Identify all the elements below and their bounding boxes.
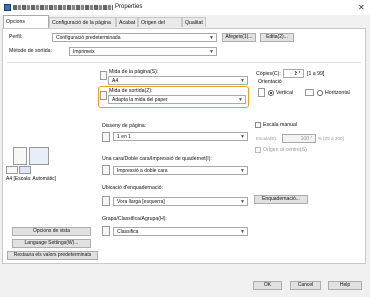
printer-name-redacted <box>13 5 113 10</box>
ok-button[interactable]: OK <box>253 281 282 290</box>
spinner-icon[interactable]: ▲▼ <box>307 135 313 139</box>
view-settings-button[interactable]: Opcions de vista <box>12 227 91 236</box>
close-icon[interactable]: ✕ <box>358 3 365 12</box>
duplex-icon <box>102 165 110 175</box>
center-origin-checkbox[interactable] <box>255 147 261 153</box>
staple-collate-select[interactable]: Classifica ▼ <box>113 227 248 236</box>
chevron-down-icon: ▼ <box>240 168 245 174</box>
center-origin-label: Origen al centre(S) <box>263 147 307 153</box>
scale-range: % [25 a 200] <box>318 136 344 141</box>
printer-icon <box>4 4 11 11</box>
orientation-label: Orientació <box>258 79 282 85</box>
help-button[interactable]: Help <box>328 281 362 290</box>
chevron-down-icon: ▼ <box>240 199 245 205</box>
duplex-select[interactable]: Impressió a doble cara ▼ <box>113 166 248 175</box>
printer-view-icon[interactable] <box>19 166 31 174</box>
output-size-icon <box>100 91 107 100</box>
collate-icon <box>102 226 110 236</box>
cancel-button[interactable]: Cancel <box>290 281 321 290</box>
binding-location-value: Vora llarga [esquerra] <box>117 199 165 205</box>
chevron-down-icon: ▼ <box>240 78 245 84</box>
chevron-down-icon: ▼ <box>238 97 243 103</box>
vertical-radio[interactable] <box>268 90 274 96</box>
output-size-select[interactable]: Adapta la mida del paper ▼ <box>108 95 246 104</box>
divider <box>7 62 361 63</box>
horizontal-radio[interactable] <box>317 90 323 96</box>
binding-location-label: Ubicació d'enquadernació: <box>102 185 163 191</box>
scale-input[interactable]: 100 ▲▼ <box>282 134 316 143</box>
output-method-label: Mètode de sortida: <box>9 48 52 54</box>
page-size-select[interactable]: A4 ▼ <box>108 76 248 85</box>
chevron-down-icon: ▼ <box>240 229 245 235</box>
staple-collate-label: Grapa/Classifica/Agrupa(H): <box>102 216 167 222</box>
layout-view-icon[interactable] <box>6 166 18 174</box>
landscape-icon <box>305 89 314 96</box>
duplex-label: Una cara/Doble cara/Impressió de quadern… <box>102 156 212 162</box>
page-size-icon <box>100 71 107 80</box>
binding-icon <box>102 196 110 206</box>
layout-icon <box>102 132 110 142</box>
duplex-value: Impressió a doble cara <box>117 168 168 174</box>
chevron-down-icon: ▼ <box>209 35 214 41</box>
output-size-value: Adapta la mida del paper <box>112 97 168 103</box>
page-layout-label: Disseny de pàgina: <box>102 123 147 129</box>
page-size-value: A4 <box>112 78 119 84</box>
profile-value: Configuració predeterminada <box>56 35 121 41</box>
paper-info-text: A4 [Escala: Automàtic] <box>6 176 57 182</box>
horizontal-label: Horitzontal <box>325 90 350 96</box>
page-layout-value: 1 en 1 <box>117 134 131 140</box>
output-size-label: Mida de sortida(Z): <box>109 88 153 94</box>
chevron-down-icon: ▼ <box>240 134 245 140</box>
binding-margin-button[interactable]: Enquadernació... <box>254 195 308 204</box>
manual-scale-checkbox[interactable] <box>255 122 261 128</box>
copies-range: [1 a 99] <box>307 71 325 77</box>
scale-label: Escala(E): <box>256 136 278 141</box>
tab-page-setup[interactable]: Configuració de la pàgina <box>49 17 116 27</box>
title-bar: Properties ✕ <box>0 0 370 15</box>
profile-label: Perfil: <box>9 34 23 40</box>
spinner-icon[interactable]: ▲▼ <box>295 70 301 74</box>
page-preview-icon <box>13 147 27 165</box>
properties-window: Properties ✕ Opcions bàsiques Configurac… <box>0 0 370 297</box>
tab-quality[interactable]: Qualitat <box>182 17 206 27</box>
tab-finishing[interactable]: Acabat <box>116 17 138 27</box>
restore-defaults-button[interactable]: Restaura els valors predeterminats <box>7 251 98 260</box>
output-method-select[interactable]: Imprimeix ▼ <box>69 47 217 56</box>
manual-scale-label: Escala manual <box>263 122 298 128</box>
tab-basic[interactable]: Opcions bàsiques <box>3 15 49 37</box>
binding-location-select[interactable]: Vora llarga [esquerra] ▼ <box>113 197 248 206</box>
page-layout-select[interactable]: 1 en 1 ▼ <box>113 132 248 141</box>
tab-panel: Perfil: Configuració predeterminada ▼ Af… <box>2 28 366 264</box>
copies-input[interactable]: 1 ▲▼ <box>283 69 304 78</box>
vertical-label: Vertical <box>276 90 294 96</box>
copies-label: Còpies(C): <box>256 71 281 77</box>
window-title: Properties <box>115 4 143 10</box>
tab-paper-source[interactable]: Origen del paper <box>138 17 182 36</box>
tab-bar: Opcions bàsiques Configuració de la pàgi… <box>0 15 370 37</box>
paper-preview-icon <box>29 147 49 165</box>
page-size-label: Mida de la pàgina(S): <box>109 69 159 75</box>
chevron-down-icon: ▼ <box>209 49 214 55</box>
profile-select[interactable]: Configuració predeterminada ▼ <box>52 33 217 42</box>
language-settings-button[interactable]: Language Settings(W)... <box>12 239 91 248</box>
output-method-value: Imprimeix <box>73 49 95 55</box>
add-profile-button[interactable]: Afegeix(1)... <box>222 33 256 42</box>
portrait-icon <box>258 88 265 97</box>
edit-profile-button[interactable]: Edita(2)... <box>260 33 294 42</box>
staple-collate-value: Classifica <box>117 229 139 235</box>
